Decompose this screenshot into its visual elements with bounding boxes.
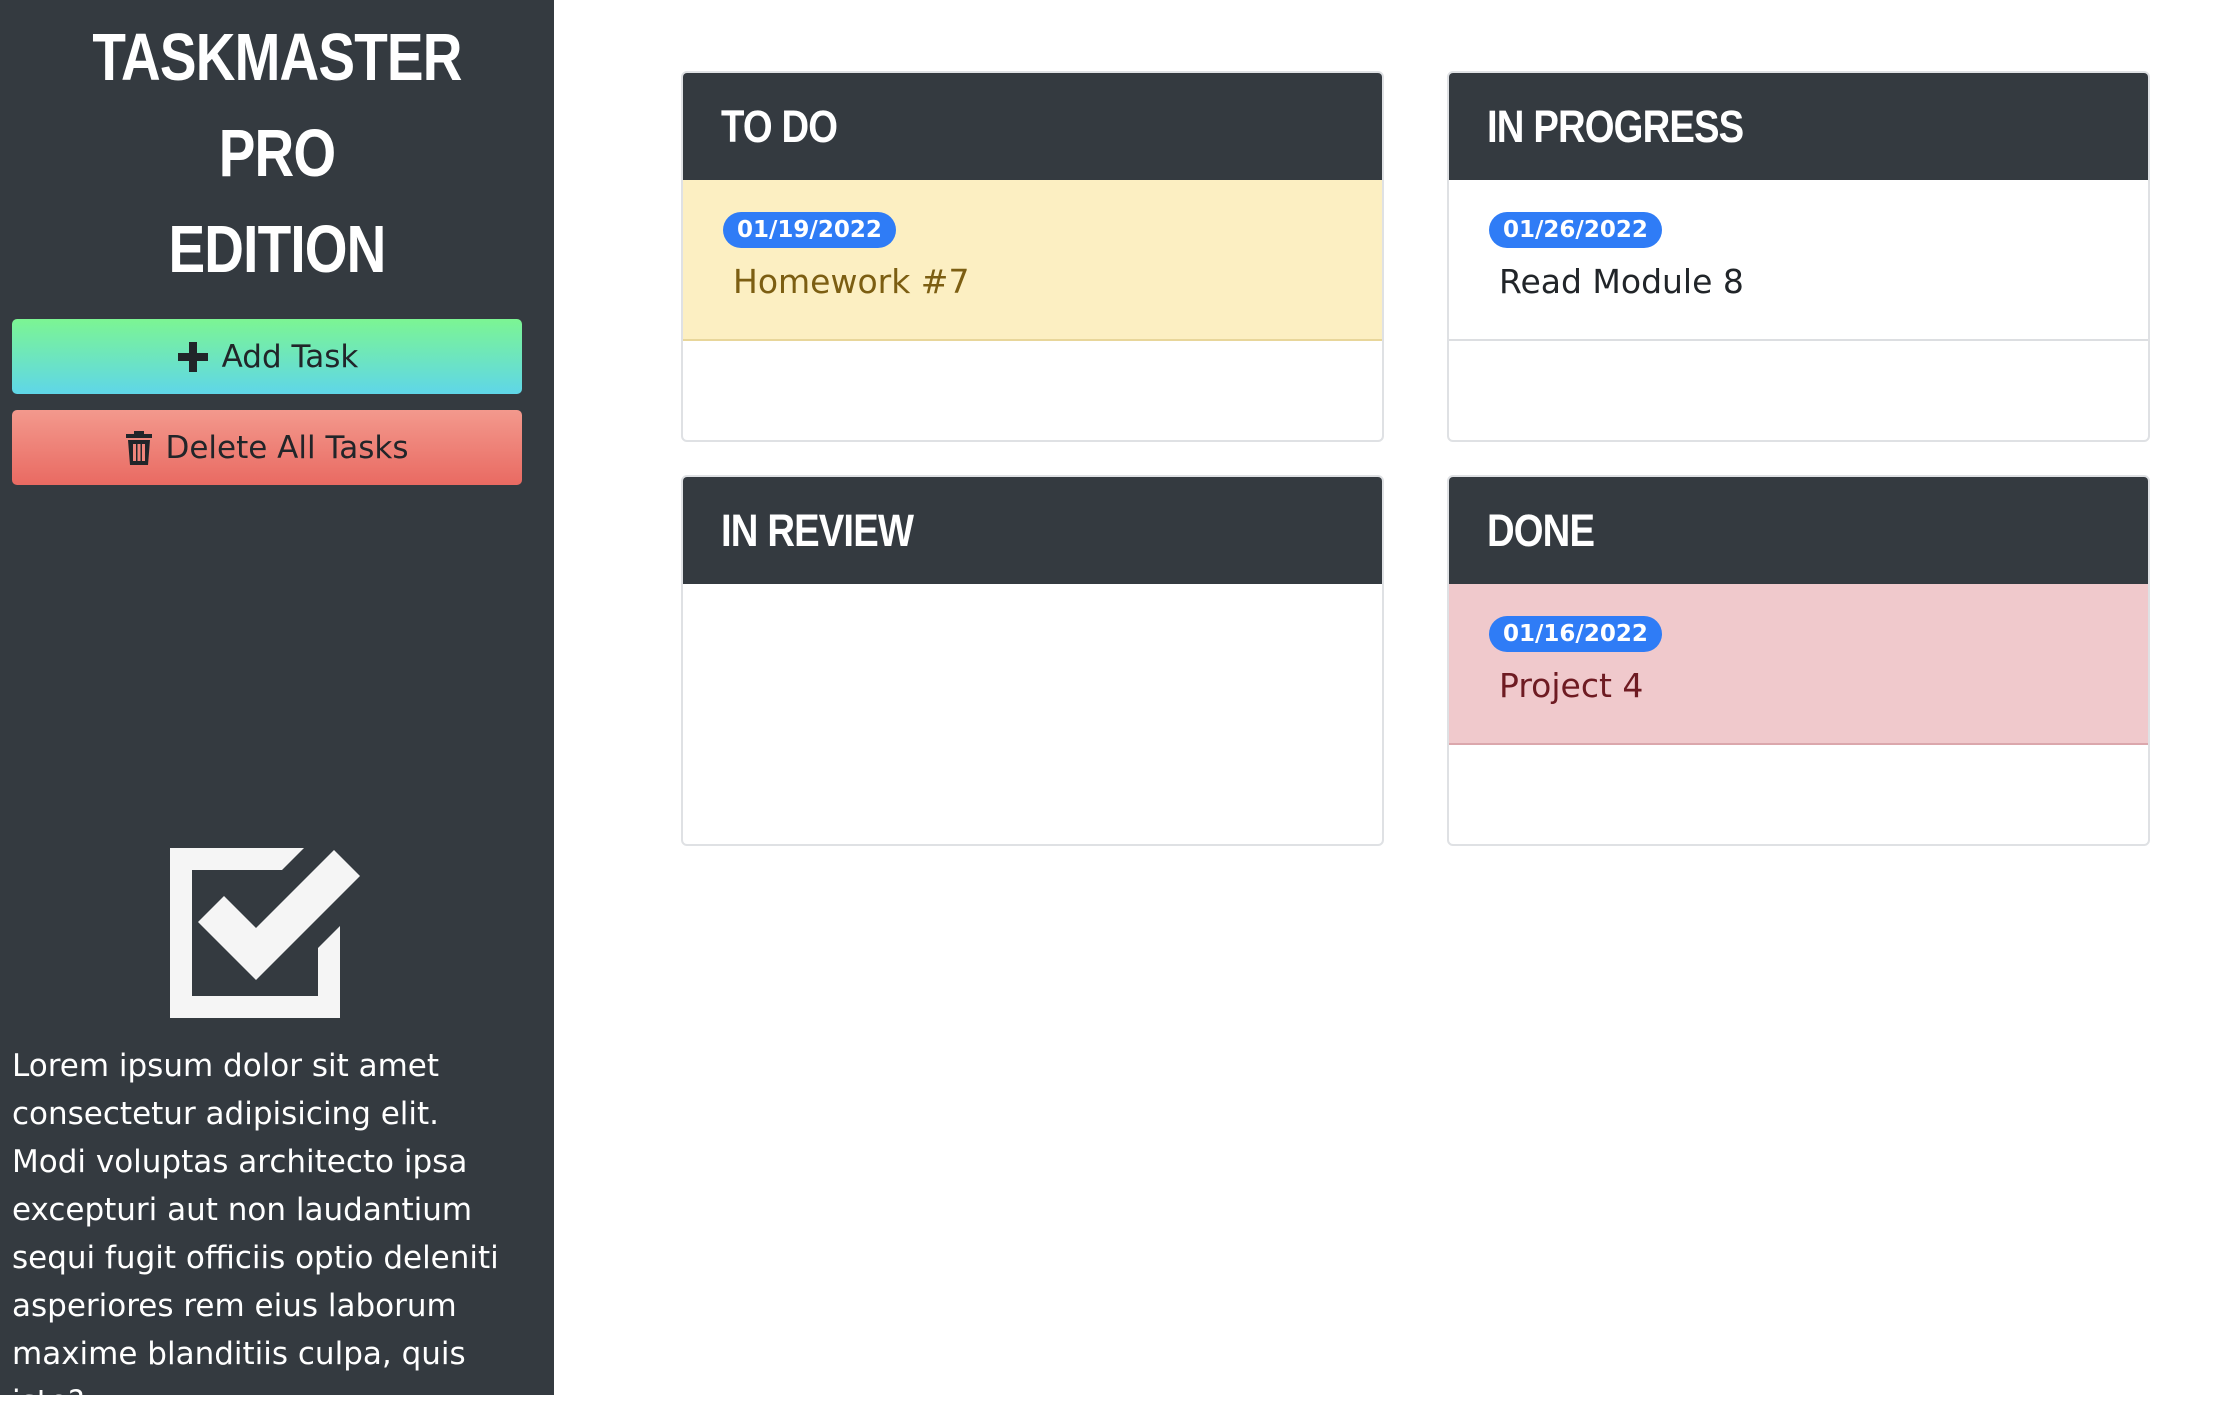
sidebar: TASKMASTER PRO EDITION Add Task Delete A… bbox=[0, 0, 554, 1420]
column-title-in-progress: In Progress bbox=[1487, 100, 1744, 152]
delete-all-label: Delete All Tasks bbox=[165, 429, 409, 466]
column-in-review[interactable]: In Review bbox=[681, 475, 1384, 846]
column-header-in-progress: In Progress bbox=[1449, 73, 2148, 180]
task-name: Project 4 bbox=[1499, 666, 1644, 705]
task-card[interactable]: 01/26/2022 Read Module 8 bbox=[1449, 180, 2148, 341]
column-header-todo: To Do bbox=[683, 73, 1382, 180]
app-title-line2: EDITION bbox=[168, 212, 386, 287]
date-badge: 01/19/2022 bbox=[723, 212, 896, 248]
trash-icon bbox=[125, 430, 153, 465]
column-title-todo: To Do bbox=[721, 100, 838, 152]
column-header-done: Done bbox=[1449, 477, 2148, 584]
date-badge: 01/16/2022 bbox=[1489, 616, 1662, 652]
add-task-button[interactable]: Add Task bbox=[12, 319, 522, 394]
app-title: TASKMASTER PRO EDITION bbox=[60, 10, 495, 298]
task-card[interactable]: 01/19/2022 Homework #7 bbox=[683, 180, 1382, 341]
column-title-done: Done bbox=[1487, 504, 1595, 556]
app-title-line1: TASKMASTER PRO bbox=[92, 20, 462, 191]
column-in-progress[interactable]: In Progress 01/26/2022 Read Module 8 bbox=[1447, 71, 2150, 442]
task-name: Read Module 8 bbox=[1499, 262, 1744, 301]
add-task-label: Add Task bbox=[221, 338, 359, 375]
task-card[interactable]: 01/16/2022 Project 4 bbox=[1449, 584, 2148, 745]
column-header-in-review: In Review bbox=[683, 477, 1382, 584]
sidebar-description: Lorem ipsum dolor sit amet consectetur a… bbox=[12, 1048, 499, 1420]
checkbox-check-icon bbox=[170, 848, 364, 1018]
delete-all-tasks-button[interactable]: Delete All Tasks bbox=[12, 410, 522, 485]
task-name: Homework #7 bbox=[733, 262, 970, 301]
column-title-in-review: In Review bbox=[721, 504, 914, 556]
date-badge: 01/26/2022 bbox=[1489, 212, 1662, 248]
column-todo[interactable]: To Do 01/19/2022 Homework #7 bbox=[681, 71, 1384, 442]
column-done[interactable]: Done 01/16/2022 Project 4 bbox=[1447, 475, 2150, 846]
plus-icon bbox=[176, 340, 210, 374]
